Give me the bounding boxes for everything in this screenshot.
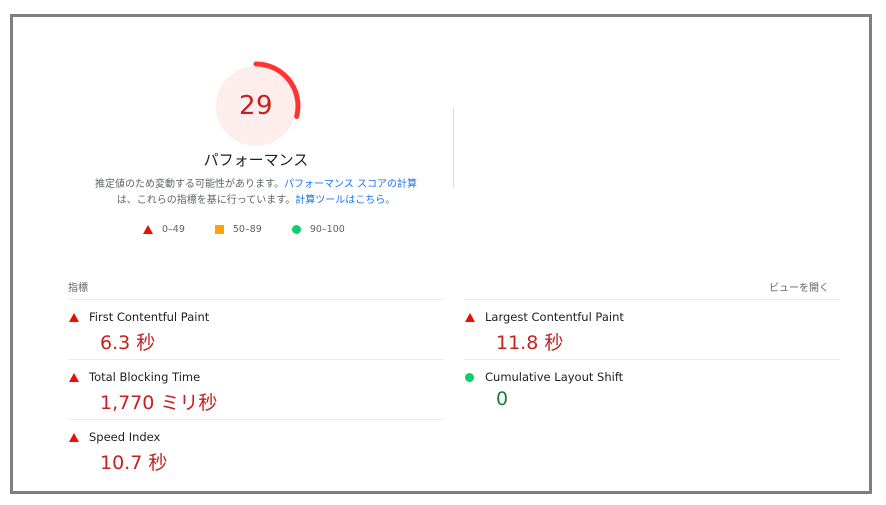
triangle-icon <box>143 225 153 234</box>
triangle-icon <box>68 372 79 382</box>
metric-name: Largest Contentful Paint <box>485 310 624 324</box>
metric-largest-contentful-paint: Largest Contentful Paint 11.8 秒 <box>464 310 840 355</box>
description-text-1: 推定値のため変動する可能性があります。 <box>95 179 284 190</box>
legend-label: 50–89 <box>232 224 262 235</box>
score-description: 推定値のため変動する可能性があります。パフォーマンス スコアの計算 は、これらの… <box>83 177 429 209</box>
legend-item-pass: 90–100 <box>291 224 345 235</box>
square-icon <box>214 225 224 234</box>
metric-speed-index: Speed Index 10.7 秒 <box>68 430 444 475</box>
metric-name: Total Blocking Time <box>89 370 201 384</box>
metric-total-blocking-time: Total Blocking Time 1,770 ミリ秒 <box>68 370 444 415</box>
metric-value: 11.8 秒 <box>496 332 564 354</box>
triangle-icon <box>68 432 79 442</box>
divider <box>464 359 840 360</box>
gauge-title: パフォーマンス <box>203 151 309 169</box>
circle-icon <box>465 372 474 382</box>
legend-item-average: 50–89 <box>214 224 262 235</box>
score-legend: 0–49 50–89 90–100 <box>143 224 375 235</box>
metric-value: 10.7 秒 <box>100 452 168 474</box>
divider <box>68 359 444 360</box>
metric-value: 1,770 ミリ秒 <box>100 392 218 414</box>
vertical-divider <box>453 107 454 187</box>
metric-value: 0 <box>496 388 509 410</box>
description-text-2: は、これらの指標を基に行っています。 <box>116 195 296 206</box>
circle-icon <box>291 225 301 234</box>
score-calculation-link[interactable]: パフォーマンス スコアの計算 <box>284 179 417 190</box>
metrics-heading: 指標 <box>68 283 88 294</box>
report-frame: 29 パフォーマンス 推定値のため変動する可能性があります。パフォーマンス スコ… <box>10 14 872 494</box>
metric-name: First Contentful Paint <box>89 310 210 324</box>
triangle-icon <box>68 312 79 322</box>
performance-score: 29 <box>238 91 274 121</box>
metric-name: Cumulative Layout Shift <box>485 370 624 384</box>
legend-label: 0–49 <box>162 224 185 235</box>
expand-view-toggle[interactable]: ビューを開く <box>769 279 829 294</box>
legend-item-fail: 0–49 <box>143 224 185 235</box>
divider <box>68 419 444 420</box>
triangle-icon <box>464 312 475 322</box>
metric-name: Speed Index <box>89 430 161 444</box>
divider <box>68 299 444 300</box>
calculator-link[interactable]: 計算ツールはこちら。 <box>295 195 395 206</box>
divider <box>464 299 840 300</box>
metric-cumulative-layout-shift: Cumulative Layout Shift 0 <box>464 370 840 410</box>
metric-value: 6.3 秒 <box>100 332 156 354</box>
legend-label: 90–100 <box>309 224 345 235</box>
metric-first-contentful-paint: First Contentful Paint 6.3 秒 <box>68 310 444 355</box>
